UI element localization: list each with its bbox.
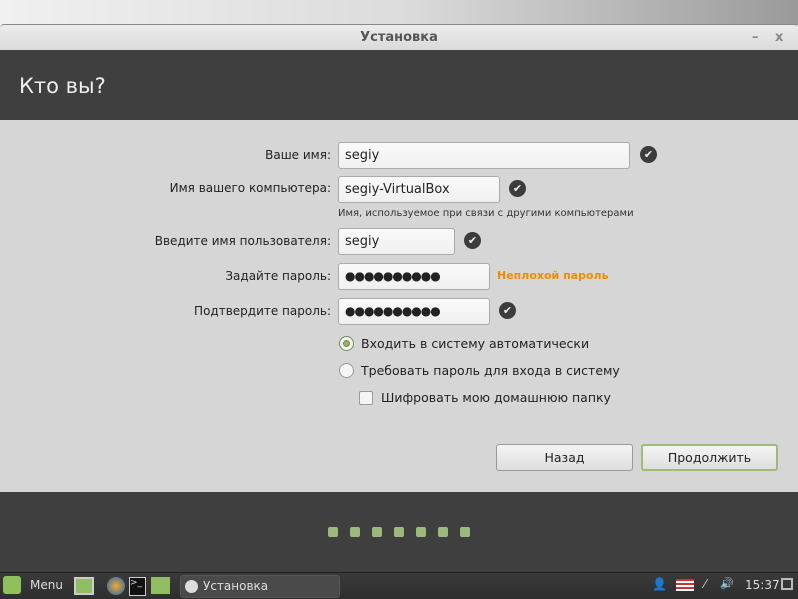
progress-step xyxy=(460,527,470,537)
auto-login-label[interactable]: Входить в систему автоматически xyxy=(361,336,589,351)
window-titlebar: Установка – x xyxy=(0,24,798,50)
progress-step xyxy=(416,527,426,537)
confirm-password-input[interactable]: ●●●●●●●●●● xyxy=(338,298,490,325)
firefox-icon[interactable] xyxy=(107,577,125,595)
menu-button[interactable]: Menu xyxy=(30,578,63,592)
files-icon[interactable] xyxy=(151,577,170,594)
desktop-background xyxy=(0,0,798,25)
taskbar-task-installer[interactable]: Установка xyxy=(180,575,340,598)
show-desktop-icon[interactable] xyxy=(74,577,94,595)
computer-hint: Имя, используемое при связи с другими ко… xyxy=(338,208,634,219)
progress-step xyxy=(328,527,338,537)
workspace-icon[interactable] xyxy=(781,578,793,590)
continue-button[interactable]: Продолжить xyxy=(641,444,778,471)
back-button[interactable]: Назад xyxy=(496,444,633,471)
check-icon: ✔ xyxy=(464,232,481,249)
progress-step xyxy=(372,527,382,537)
window-title: Установка xyxy=(360,30,438,45)
progress-step xyxy=(394,527,404,537)
close-button[interactable]: x xyxy=(775,25,783,51)
password-strength: Неплохой пароль xyxy=(497,269,609,282)
progress-step xyxy=(438,527,448,537)
require-password-label[interactable]: Требовать пароль для входа в систему xyxy=(361,363,620,378)
check-icon: ✔ xyxy=(509,180,526,197)
confirm-label: Подтвердите пароль: xyxy=(194,304,331,318)
encrypt-home-checkbox[interactable] xyxy=(359,391,373,405)
user-form: Ваше имя: segiy ✔ Имя вашего компьютера:… xyxy=(0,120,798,492)
name-input[interactable]: segiy xyxy=(338,142,630,169)
progress-step xyxy=(350,527,360,537)
username-label: Введите имя пользователя: xyxy=(154,234,331,248)
network-icon[interactable]: ⁄ xyxy=(704,577,706,591)
disc-icon xyxy=(185,580,198,593)
auto-login-radio[interactable] xyxy=(339,336,354,351)
terminal-icon[interactable]: >_ xyxy=(129,577,146,596)
page-header: Кто вы? xyxy=(0,50,798,120)
check-icon: ✔ xyxy=(499,302,516,319)
volume-icon[interactable]: 🔊 xyxy=(720,577,734,590)
name-label: Ваше имя: xyxy=(265,148,331,162)
mint-logo-icon[interactable] xyxy=(3,576,21,594)
require-password-radio[interactable] xyxy=(339,363,354,378)
clock[interactable]: 15:37 xyxy=(745,578,780,592)
us-flag-icon[interactable] xyxy=(676,579,694,591)
task-label: Установка xyxy=(203,579,269,593)
progress-footer xyxy=(0,492,798,572)
computer-label: Имя вашего компьютера: xyxy=(169,181,331,195)
minimize-button[interactable]: – xyxy=(752,25,759,51)
user-icon[interactable]: 👤 xyxy=(652,577,667,591)
taskbar: Menu >_ Установка 👤 ⁄ 🔊 15:37 xyxy=(0,572,798,599)
computer-name-input[interactable]: segiy-VirtualBox xyxy=(338,176,500,203)
page-title: Кто вы? xyxy=(19,74,106,98)
username-input[interactable]: segiy xyxy=(338,228,455,255)
password-input[interactable]: ●●●●●●●●●● xyxy=(338,263,490,290)
encrypt-home-label[interactable]: Шифровать мою домашнюю папку xyxy=(381,390,611,405)
password-label: Задайте пароль: xyxy=(225,269,331,283)
check-icon: ✔ xyxy=(640,146,657,163)
